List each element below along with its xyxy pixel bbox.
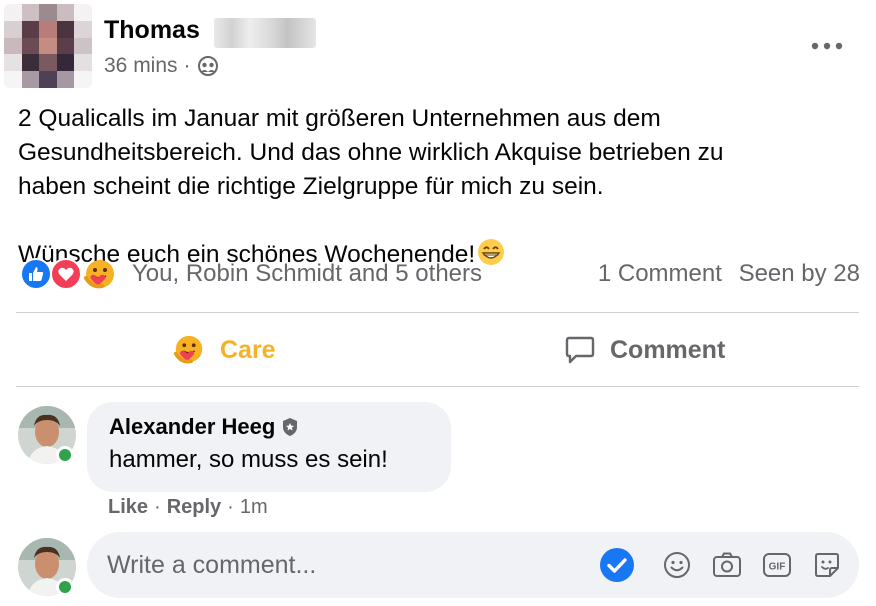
comment-actions: Like · Reply · 1m bbox=[108, 496, 268, 519]
comment-icon bbox=[564, 334, 596, 366]
gif-icon[interactable]: GIF bbox=[761, 549, 793, 581]
author-name[interactable]: Thomas bbox=[104, 16, 200, 45]
comment-input[interactable] bbox=[107, 532, 587, 598]
commenter-name[interactable]: Alexander Heeg bbox=[109, 414, 275, 440]
post-body-text: 2 Qualicalls im Januar mit größeren Unte… bbox=[18, 105, 724, 268]
svg-text:GIF: GIF bbox=[769, 562, 786, 573]
camera-icon[interactable] bbox=[711, 549, 743, 581]
comment-reply-button[interactable]: Reply bbox=[167, 496, 221, 519]
comment-composer: GIF bbox=[87, 532, 859, 598]
comment-text: hammer, so muss es sein! bbox=[109, 446, 388, 473]
comment-label: Comment bbox=[610, 335, 726, 364]
post-time[interactable]: 36 mins bbox=[104, 54, 178, 78]
care-icon bbox=[82, 256, 118, 292]
comment-button[interactable]: Comment bbox=[564, 328, 725, 372]
online-status-indicator bbox=[56, 446, 74, 464]
more-options-icon[interactable] bbox=[809, 36, 845, 56]
comment-actions-separator: · bbox=[154, 496, 161, 518]
reactions-summary: You, Robin Schmidt and 5 others 1 Commen… bbox=[20, 256, 860, 292]
sticker-icon[interactable] bbox=[811, 549, 843, 581]
divider-top bbox=[16, 312, 859, 313]
emoji-icon[interactable] bbox=[661, 549, 693, 581]
love-icon bbox=[50, 258, 82, 290]
post-meta: 36 mins · bbox=[104, 54, 219, 78]
divider-bottom bbox=[16, 386, 859, 387]
reaction-icons[interactable] bbox=[20, 256, 120, 292]
comment-actions-separator: · bbox=[227, 496, 234, 518]
author-avatar[interactable] bbox=[4, 4, 92, 88]
post-body: 2 Qualicalls im Januar mit größeren Unte… bbox=[18, 102, 858, 276]
friends-icon[interactable] bbox=[197, 55, 219, 77]
comment-like-button[interactable]: Like bbox=[108, 496, 148, 519]
reaction-names[interactable]: You, Robin Schmidt and 5 others bbox=[132, 260, 482, 288]
shield-icon bbox=[275, 417, 299, 437]
like-icon bbox=[20, 258, 52, 290]
comment-time[interactable]: 1m bbox=[240, 496, 268, 519]
author-surname-redacted bbox=[214, 18, 316, 48]
comment-bubble: Alexander Heeg hammer, so muss es sein! bbox=[87, 402, 451, 492]
care-button[interactable]: Care bbox=[172, 328, 276, 372]
meta-separator: · bbox=[183, 54, 191, 77]
comment-count[interactable]: 1 Comment bbox=[598, 260, 722, 287]
seen-by-count[interactable]: Seen by 28 bbox=[739, 260, 860, 287]
online-status-indicator bbox=[56, 578, 74, 596]
commenter-name-row: Alexander Heeg bbox=[109, 414, 429, 440]
check-icon[interactable] bbox=[599, 547, 635, 583]
care-icon bbox=[172, 333, 206, 367]
care-label: Care bbox=[220, 335, 276, 364]
post-stats: 1 Comment Seen by 28 bbox=[588, 260, 860, 288]
